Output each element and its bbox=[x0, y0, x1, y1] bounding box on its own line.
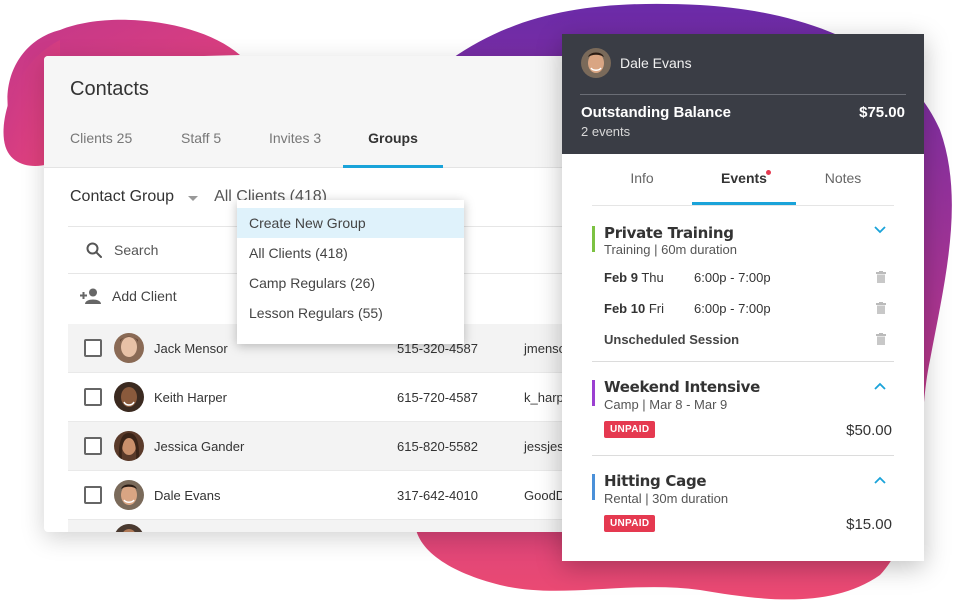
client-detail-header: Dale Evans Outstanding Balance $75.00 2 … bbox=[562, 34, 924, 154]
trash-icon[interactable] bbox=[876, 302, 886, 314]
divider bbox=[592, 455, 894, 456]
status-badge: UNPAID bbox=[604, 515, 656, 532]
contact-email: GoodD bbox=[524, 487, 566, 503]
row-checkbox[interactable] bbox=[84, 437, 102, 455]
tab-info[interactable]: Info bbox=[592, 154, 692, 205]
trash-icon[interactable] bbox=[876, 333, 886, 345]
dropdown-item-create-new-group[interactable]: Create New Group bbox=[237, 208, 464, 238]
event-subtitle: Training | 60m duration bbox=[604, 242, 737, 257]
row-checkbox[interactable] bbox=[84, 339, 102, 357]
session-date-day: Feb 10 bbox=[604, 301, 646, 316]
event-color-bar bbox=[592, 226, 595, 252]
contact-email: k_harp bbox=[524, 389, 564, 405]
client-detail-panel: Dale Evans Outstanding Balance $75.00 2 … bbox=[562, 34, 924, 561]
contact-name[interactable]: Dale Evans bbox=[154, 488, 220, 503]
contact-name[interactable]: Keith Harper bbox=[154, 390, 227, 405]
event-price: $50.00 bbox=[846, 422, 892, 439]
session-time: 6:00p - 7:00p bbox=[694, 301, 771, 316]
status-badge: UNPAID bbox=[604, 421, 656, 438]
contact-phone: 615-820-5582 bbox=[397, 438, 478, 454]
contact-phone: 317-642-4010 bbox=[397, 487, 478, 503]
event-color-bar bbox=[592, 474, 595, 500]
avatar bbox=[114, 382, 144, 412]
tab-staff[interactable]: Staff 5 bbox=[181, 126, 269, 168]
tab-invites[interactable]: Invites 3 bbox=[269, 126, 343, 168]
contact-name[interactable]: Jessica Gander bbox=[154, 439, 244, 454]
add-person-icon bbox=[80, 288, 101, 304]
divider bbox=[580, 94, 906, 95]
contact-email: jmenso bbox=[524, 340, 566, 356]
avatar bbox=[114, 431, 144, 461]
event-title[interactable]: Hitting Cage bbox=[604, 472, 707, 490]
search-input[interactable]: Search bbox=[114, 242, 158, 258]
contacts-table: Jack Mensor 515-320-4587 jmenso Keith Ha… bbox=[68, 324, 604, 532]
session-date-day: Feb 9 bbox=[604, 270, 638, 285]
event-card: Private Training Training | 60m duration… bbox=[592, 222, 894, 362]
chevron-up-icon[interactable] bbox=[874, 476, 886, 484]
table-row[interactable]: Dale Evans 317-642-4010 GoodD bbox=[68, 471, 604, 520]
event-title[interactable]: Weekend Intensive bbox=[604, 378, 760, 396]
dropdown-item-all-clients[interactable]: All Clients (418) bbox=[237, 238, 464, 268]
avatar bbox=[114, 333, 144, 363]
contact-group-label: Contact Group bbox=[70, 188, 175, 205]
page-title: Contacts bbox=[70, 78, 149, 100]
trash-icon[interactable] bbox=[876, 271, 886, 283]
table-row[interactable] bbox=[68, 520, 604, 532]
tab-events[interactable]: Events bbox=[692, 154, 796, 205]
contacts-header: Contacts Clients 25 Staff 5 Invites 3 Gr… bbox=[44, 56, 604, 168]
session-weekday: Fri bbox=[648, 301, 664, 316]
contact-email: jessjes bbox=[524, 438, 564, 454]
tab-clients[interactable]: Clients 25 bbox=[70, 126, 181, 168]
unscheduled-session: Unscheduled Session bbox=[604, 332, 740, 347]
event-subtitle: Camp | Mar 8 - Mar 9 bbox=[604, 397, 728, 412]
events-count: 2 events bbox=[581, 124, 631, 139]
session-date: Feb 10 Fri bbox=[604, 301, 664, 316]
chevron-down-icon[interactable] bbox=[874, 226, 886, 234]
chevron-up-icon[interactable] bbox=[874, 382, 886, 390]
add-client-label: Add Client bbox=[112, 288, 177, 304]
outstanding-balance-amount: $75.00 bbox=[859, 104, 905, 121]
notification-dot bbox=[766, 170, 771, 175]
outstanding-balance-label: Outstanding Balance bbox=[581, 104, 732, 121]
contacts-tabs: Clients 25 Staff 5 Invites 3 Groups bbox=[44, 126, 443, 168]
session-time: 6:00p - 7:00p bbox=[694, 270, 771, 285]
search-icon bbox=[86, 242, 102, 258]
session-weekday: Thu bbox=[641, 270, 664, 285]
tab-notes[interactable]: Notes bbox=[796, 154, 890, 205]
tab-events-label: Events bbox=[721, 170, 767, 186]
table-row[interactable]: Jessica Gander 615-820-5582 jessjes bbox=[68, 422, 604, 471]
client-name: Dale Evans bbox=[620, 55, 692, 71]
event-color-bar bbox=[592, 380, 595, 406]
dropdown-item-camp-regulars[interactable]: Camp Regulars (26) bbox=[237, 268, 464, 298]
contact-name[interactable]: Jack Mensor bbox=[154, 341, 228, 356]
divider bbox=[592, 361, 894, 362]
event-subtitle: Rental | 30m duration bbox=[604, 491, 729, 506]
contact-phone: 615-720-4587 bbox=[397, 389, 478, 405]
table-row[interactable]: Keith Harper 615-720-4587 k_harp bbox=[68, 373, 604, 422]
add-client-button[interactable]: Add Client bbox=[80, 288, 177, 304]
caret-down-icon[interactable] bbox=[188, 195, 199, 201]
event-price: $15.00 bbox=[846, 516, 892, 533]
row-checkbox[interactable] bbox=[84, 486, 102, 504]
event-card: Hitting Cage Rental | 30m duration UNPAI… bbox=[592, 472, 894, 561]
detail-tabs: Info Events Notes bbox=[592, 154, 894, 206]
session-date: Feb 9 Thu bbox=[604, 270, 664, 285]
event-title[interactable]: Private Training bbox=[604, 224, 734, 242]
avatar bbox=[114, 524, 144, 532]
dropdown-item-lesson-regulars[interactable]: Lesson Regulars (55) bbox=[237, 298, 464, 328]
row-checkbox[interactable] bbox=[84, 388, 102, 406]
avatar bbox=[581, 48, 611, 78]
contact-group-dropdown: Create New Group All Clients (418) Camp … bbox=[237, 200, 464, 344]
avatar bbox=[114, 480, 144, 510]
tab-groups[interactable]: Groups bbox=[343, 126, 443, 168]
